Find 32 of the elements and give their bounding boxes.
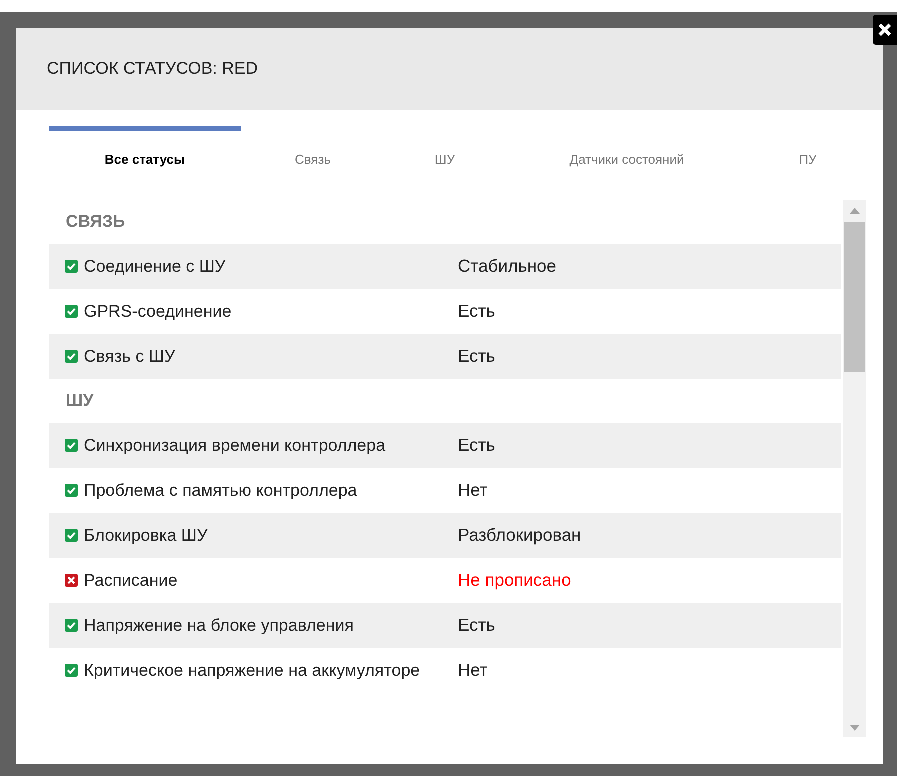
tab[interactable]: Связь (241, 126, 385, 188)
status-label: Критическое напряжение на аккумуляторе (49, 658, 434, 683)
status-value: Стабильное (458, 256, 556, 276)
status-label: Расписание (49, 568, 434, 593)
dialog-title: СПИСОК СТАТУСОВ: RED (47, 59, 258, 79)
status-label: Блокировка ШУ (49, 523, 434, 548)
status-value: Есть (458, 301, 496, 321)
status-label: GPRS-соединение (49, 299, 434, 324)
section-heading: СВЯЗЬ (66, 212, 126, 232)
status-label: Связь с ШУ (49, 344, 434, 369)
scroll-down-icon[interactable] (850, 725, 860, 731)
status-value: Разблокирован (458, 525, 582, 545)
tab[interactable]: Все статусы (49, 126, 241, 188)
status-value: Нет (458, 660, 488, 680)
status-value: Есть (458, 435, 496, 455)
status-value: Есть (458, 346, 496, 366)
scroll-up-icon[interactable] (850, 208, 860, 214)
status-label: Соединение с ШУ (49, 254, 434, 279)
tab[interactable]: Датчики состояний (505, 126, 749, 188)
scrollbar[interactable] (843, 200, 866, 737)
status-value: Нет (458, 480, 488, 500)
status-label: Проблема с памятью контроллера (49, 478, 434, 503)
status-value: Есть (458, 615, 496, 635)
status-label: Напряжение на блоке управления (49, 613, 434, 638)
tab[interactable]: ПУ (749, 126, 867, 188)
section-heading: ШУ (66, 391, 94, 411)
close-button[interactable] (873, 15, 897, 45)
status-label: Синхронизация времени контроллера (49, 433, 434, 458)
status-value: Не прописано (458, 570, 572, 590)
tab[interactable]: ШУ (385, 126, 505, 188)
close-icon (878, 23, 892, 37)
scrollbar-thumb[interactable] (844, 222, 865, 372)
